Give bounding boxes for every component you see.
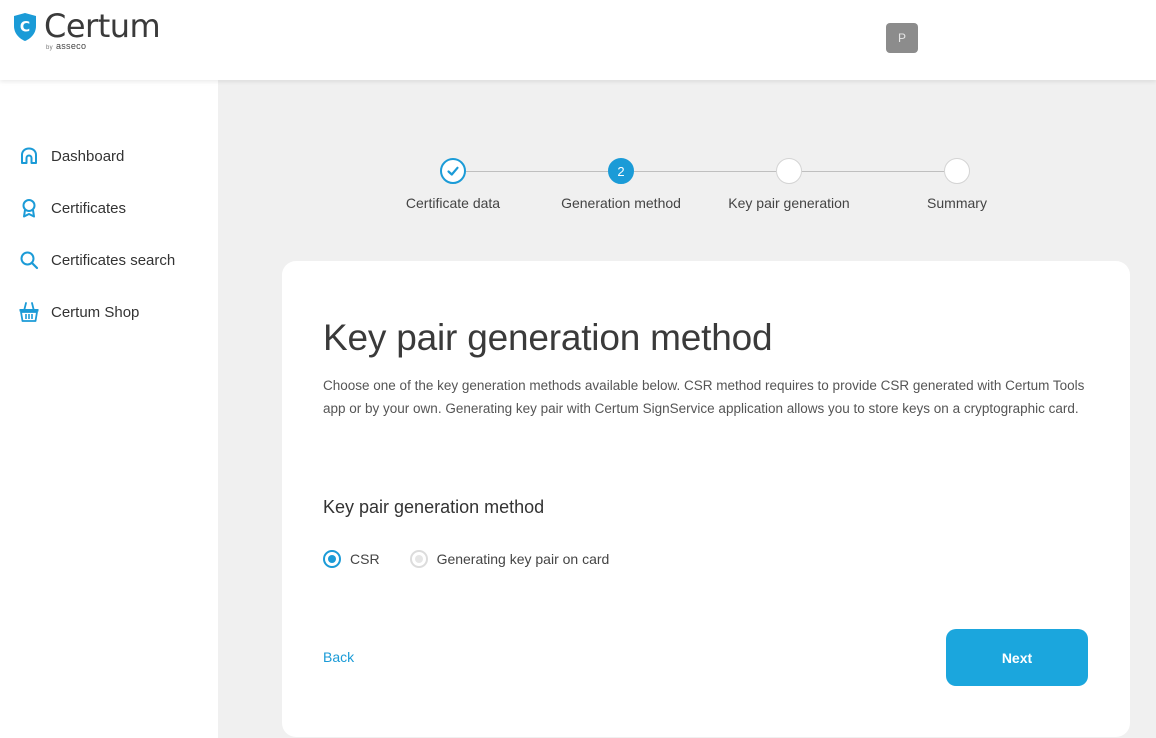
page-title: Key pair generation method [323, 317, 773, 358]
sidebar-item-label: Certificates [51, 199, 127, 217]
section-title: Key pair generation method [323, 497, 545, 517]
radio-option-card[interactable]: Generating key pair on card [409, 550, 610, 568]
step-connector [634, 171, 776, 172]
step-label: Key pair generation [728, 195, 850, 211]
search-icon [18, 249, 40, 271]
progress-stepper: 2 Certificate data Generation method Key… [390, 155, 1010, 215]
step-label: Certificate data [405, 195, 501, 211]
step-1-node [440, 158, 466, 184]
step-connector [802, 171, 944, 172]
sidebar-item-certificates[interactable]: Certificates [18, 197, 126, 219]
certum-logo[interactable]: C Certum by asseco [12, 7, 161, 51]
logo-brand: asseco [55, 41, 87, 51]
next-button[interactable]: Next [946, 629, 1088, 686]
logo-by: by [46, 45, 53, 51]
user-avatar[interactable]: P [886, 23, 918, 53]
generation-method-card: Key pair generation method Choose one of… [282, 261, 1130, 737]
sidebar-item-certificates-search[interactable]: Certificates search [18, 249, 175, 271]
radio-label: CSR [350, 551, 380, 567]
sidebar-item-label: Certificates search [51, 251, 176, 269]
step-label: Generation method [561, 195, 681, 211]
back-link[interactable]: Back [323, 649, 354, 665]
basket-icon [18, 301, 40, 323]
logo-name: Certum [44, 7, 161, 45]
sidebar-item-label: Certum Shop [51, 303, 140, 321]
step-connector [466, 171, 608, 172]
radio-label: Generating key pair on card [436, 551, 610, 567]
check-icon [447, 166, 459, 176]
sidebar-item-dashboard[interactable]: Dashboard [18, 145, 124, 167]
step-2-node: 2 [608, 158, 634, 184]
sidebar-item-certum-shop[interactable]: Certum Shop [18, 301, 139, 323]
radio-selected-icon[interactable] [323, 550, 341, 568]
shield-logo-icon: C [14, 13, 36, 41]
step-label: Summary [927, 195, 987, 211]
method-description: Choose one of the key generation methods… [323, 378, 1085, 416]
home-icon [18, 145, 40, 167]
sidebar: Dashboard Certificates Certificates sear… [0, 80, 218, 738]
radio-disabled-icon[interactable] [409, 550, 428, 568]
radio-option-csr[interactable]: CSR [323, 550, 380, 568]
generation-method-radio-group: CSR Generating key pair on card [323, 550, 609, 568]
sidebar-item-label: Dashboard [51, 147, 125, 165]
award-icon [18, 197, 40, 219]
step-4-node [944, 158, 970, 184]
top-header: C Certum by asseco P [0, 0, 1156, 80]
step-3-node [776, 158, 802, 184]
svg-text:C: C [20, 20, 30, 36]
